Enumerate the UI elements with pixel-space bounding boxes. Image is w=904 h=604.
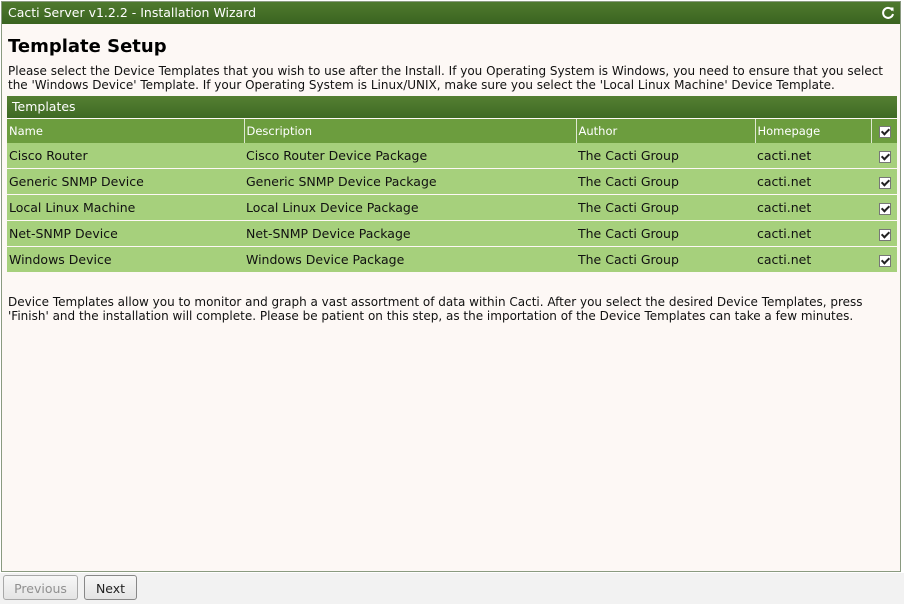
templates-section-title: Templates	[7, 96, 897, 119]
template-checkbox[interactable]	[879, 228, 891, 241]
template-name-cell: Net-SNMP Device	[7, 220, 244, 247]
table-header-row: Name Description Author Homepage	[7, 119, 897, 143]
template-checkbox[interactable]	[879, 176, 891, 189]
template-select-cell	[871, 220, 897, 247]
template-select-cell	[871, 143, 897, 169]
column-header-author[interactable]: Author	[576, 119, 756, 143]
wizard-content: Template Setup Please select the Device …	[2, 36, 900, 323]
column-header-description[interactable]: Description	[244, 119, 577, 143]
templates-panel: Templates Name Description Author Homepa…	[7, 96, 897, 273]
template-description-cell: Generic SNMP Device Package	[244, 168, 576, 195]
template-homepage-cell: cacti.net	[755, 168, 871, 195]
template-author-cell: The Cacti Group	[576, 143, 755, 169]
template-name-cell: Generic SNMP Device	[7, 168, 244, 195]
installation-wizard-window: Cacti Server v1.2.2 - Installation Wizar…	[1, 1, 901, 572]
window-title: Cacti Server v1.2.2 - Installation Wizar…	[8, 5, 257, 20]
template-homepage-cell: cacti.net	[755, 220, 871, 247]
next-button[interactable]: Next	[84, 575, 137, 600]
template-checkbox[interactable]	[879, 150, 891, 163]
template-description-cell: Windows Device Package	[244, 246, 576, 273]
template-description-cell: Local Linux Device Package	[244, 194, 576, 221]
table-row[interactable]: Cisco Router Cisco Router Device Package T…	[7, 143, 897, 169]
intro-text: Please select the Device Templates that …	[8, 64, 884, 92]
window-titlebar: Cacti Server v1.2.2 - Installation Wizar…	[2, 2, 900, 24]
template-author-cell: The Cacti Group	[576, 168, 755, 195]
template-description-cell: Cisco Router Device Package	[244, 143, 576, 169]
column-header-name[interactable]: Name	[7, 119, 245, 143]
select-all-cell	[871, 119, 897, 143]
template-checkbox[interactable]	[879, 254, 891, 267]
page-title: Template Setup	[8, 36, 167, 57]
table-row[interactable]: Windows Device Windows Device Package The …	[7, 246, 897, 273]
previous-button[interactable]: Previous	[3, 575, 78, 600]
template-name-cell: Local Linux Machine	[7, 194, 244, 221]
table-row[interactable]: Local Linux Machine Local Linux Device Pa…	[7, 194, 897, 221]
template-homepage-cell: cacti.net	[755, 194, 871, 221]
template-select-cell	[871, 194, 897, 221]
template-homepage-cell: cacti.net	[755, 246, 871, 273]
template-author-cell: The Cacti Group	[576, 246, 755, 273]
column-header-homepage[interactable]: Homepage	[755, 119, 872, 143]
select-all-checkbox[interactable]	[879, 125, 892, 138]
templates-table: Name Description Author Homepage Cisco R…	[7, 119, 897, 273]
template-select-cell	[871, 246, 897, 273]
template-author-cell: The Cacti Group	[576, 220, 755, 247]
template-homepage-cell: cacti.net	[755, 143, 871, 169]
template-select-cell	[871, 168, 897, 195]
template-checkbox[interactable]	[879, 202, 891, 215]
table-row[interactable]: Net-SNMP Device Net-SNMP Device Package Th…	[7, 220, 897, 247]
template-description-cell: Net-SNMP Device Package	[244, 220, 576, 247]
template-author-cell: The Cacti Group	[576, 194, 755, 221]
table-row[interactable]: Generic SNMP Device Generic SNMP Device P…	[7, 168, 897, 195]
template-name-cell: Windows Device	[7, 246, 244, 273]
outro-text: Device Templates allow you to monitor an…	[8, 295, 863, 323]
template-name-cell: Cisco Router	[7, 143, 244, 169]
refresh-icon[interactable]	[880, 5, 896, 21]
wizard-footer: Previous Next	[0, 573, 904, 604]
